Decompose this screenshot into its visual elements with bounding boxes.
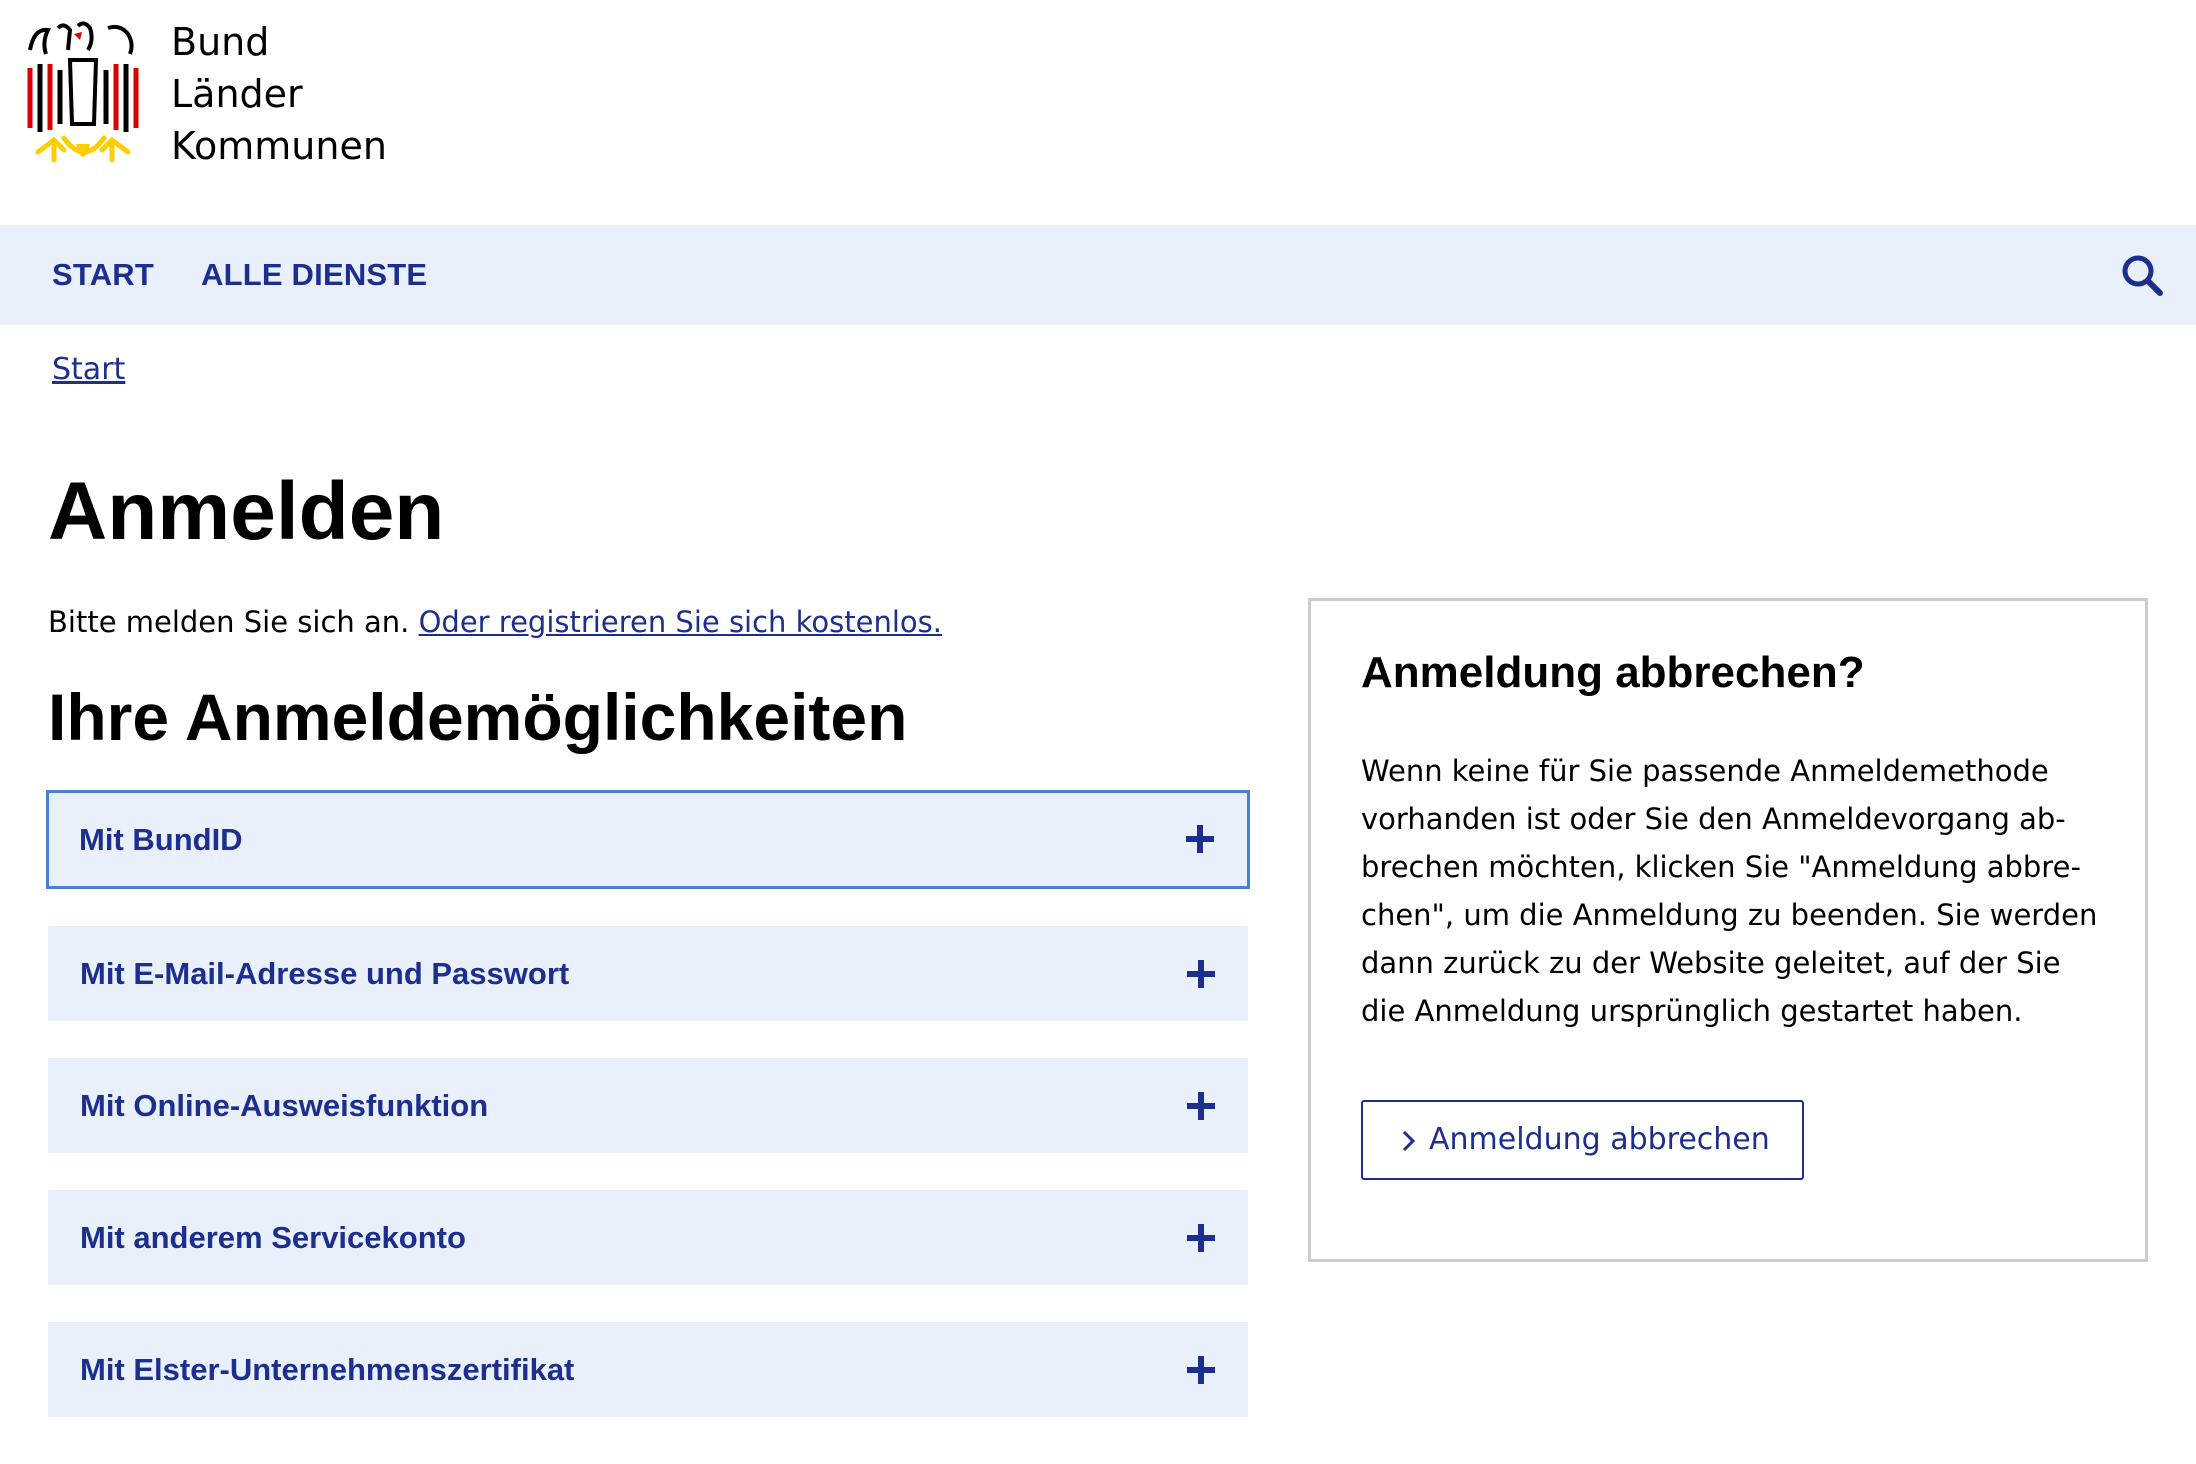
section-title: Ihre Anmeldemöglichkeiten	[48, 680, 908, 754]
option-elster[interactable]: Mit Elster-Unternehmenszertifikat	[48, 1322, 1248, 1417]
cancel-text-line: dann zurück zu der Website geleitet, auf…	[1361, 946, 2061, 980]
plus-icon	[1187, 1092, 1215, 1120]
breadcrumb-start[interactable]: Start	[52, 352, 125, 387]
site-header: Bund Länder Kommunen	[0, 0, 2196, 225]
option-email-password[interactable]: Mit E-Mail-Adresse und Passwort	[48, 926, 1248, 1021]
cancel-text-line: vorhanden ist oder Sie den Anmeldevorgan…	[1361, 802, 2066, 836]
cancel-text-line: Wenn keine für Sie passende Anmeldemetho…	[1361, 754, 2049, 788]
cancel-text-line: die Anmeldung ursprünglich gestartet hab…	[1361, 994, 2023, 1028]
chevron-right-icon	[1402, 1130, 1416, 1152]
option-label: Mit Online-Ausweisfunktion	[80, 1088, 489, 1123]
option-label: Mit Elster-Unternehmenszertifikat	[80, 1352, 575, 1387]
cancel-text-line: chen", um die Anmeldung zu beenden. Sie …	[1361, 898, 2098, 932]
search-icon[interactable]	[2118, 251, 2166, 299]
nav-item-start[interactable]: Start	[52, 225, 154, 325]
login-options-accordion: Mit BundID Mit E-Mail-Adresse und Passwo…	[46, 790, 1250, 1454]
plus-icon	[1187, 960, 1215, 988]
plus-icon	[1186, 825, 1214, 853]
intro-text: Bitte melden Sie sich an. Oder registrie…	[48, 600, 942, 644]
cancel-box-title: Anmeldung abbrechen?	[1361, 648, 1865, 697]
intro-sentence: Bitte melden Sie sich an.	[48, 605, 419, 639]
cancel-login-button-label: Anmeldung abbrechen	[1429, 1122, 1770, 1157]
page-title: Anmelden	[48, 466, 445, 557]
logo-wordmark[interactable]: Bund Länder Kommunen	[171, 16, 387, 172]
nav-item-alle-dienste[interactable]: Alle Dienste	[201, 225, 427, 325]
logo-line-bund: Bund	[171, 20, 270, 64]
main-navigation: Start Alle Dienste	[0, 225, 2196, 325]
option-servicekonto[interactable]: Mit anderem Servicekonto	[48, 1190, 1248, 1285]
option-label: Mit BundID	[79, 822, 243, 857]
option-online-ausweis[interactable]: Mit Online-Ausweisfunktion	[48, 1058, 1248, 1153]
federal-eagle-icon[interactable]	[24, 20, 142, 170]
option-label: Mit E-Mail-Adresse und Passwort	[80, 956, 570, 991]
option-bundid[interactable]: Mit BundID	[46, 790, 1250, 889]
logo-line-kommunen: Kommunen	[171, 124, 387, 168]
plus-icon	[1187, 1224, 1215, 1252]
cancel-login-box: Anmeldung abbrechen? Wenn keine für Sie …	[1308, 598, 2148, 1262]
plus-icon	[1187, 1356, 1215, 1384]
cancel-text-line: brechen möchten, klicken Sie "Anmeldung …	[1361, 850, 2081, 884]
register-link[interactable]: Oder registrieren Sie sich kostenlos.	[419, 605, 942, 639]
logo-line-laender: Länder	[171, 72, 303, 116]
option-label: Mit anderem Servicekonto	[80, 1220, 466, 1255]
cancel-login-button[interactable]: Anmeldung abbrechen	[1361, 1100, 1804, 1180]
cancel-box-text: Wenn keine für Sie passende Anmeldemetho…	[1361, 747, 2121, 1035]
